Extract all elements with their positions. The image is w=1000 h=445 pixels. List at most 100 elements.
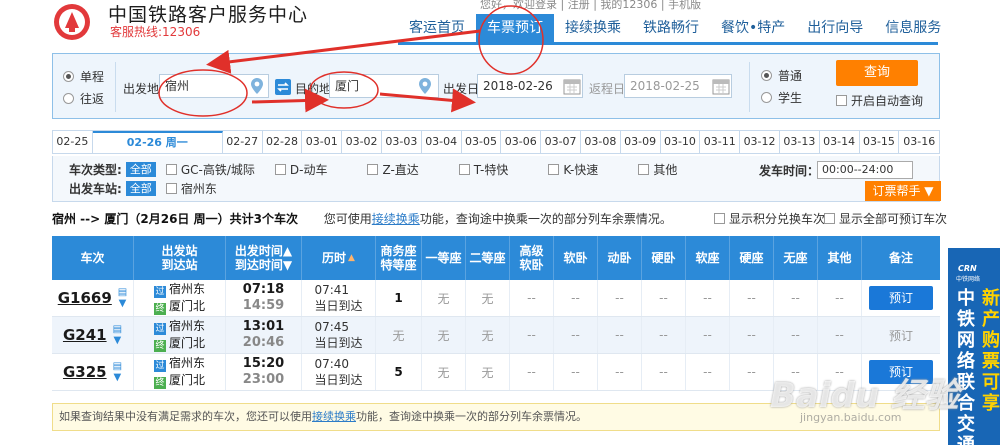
date-tabs: 02-25 02-26 周一 02-27 02-28 03-01 03-02 0… xyxy=(52,130,940,154)
radio-checked-icon xyxy=(761,70,772,81)
train-detail-icon[interactable]: ▤ ▼ xyxy=(113,361,122,383)
train-cell: G1669 ▤ ▼ xyxy=(52,280,134,316)
date-tab[interactable]: 03-01 xyxy=(302,131,343,153)
filter-k[interactable]: K-快速 xyxy=(548,161,598,178)
train-detail-icon[interactable]: ▤ ▼ xyxy=(113,324,122,346)
col-duration[interactable]: 历时 ▲ xyxy=(302,236,376,280)
auto-query-checkbox[interactable]: 开启自动查询 xyxy=(836,92,923,109)
show-points-checkbox[interactable]: 显示积分兑换车次 xyxy=(714,210,825,227)
date-tab[interactable]: 03-13 xyxy=(780,131,820,153)
date-tab[interactable]: 03-06 xyxy=(501,131,542,153)
booking-helper-button[interactable]: 订票帮手 ▼ xyxy=(865,181,941,201)
ad-logo: CRN xyxy=(958,264,977,273)
seat-second: 无 xyxy=(466,317,510,353)
date-tab[interactable]: 03-02 xyxy=(342,131,382,153)
date-tab[interactable]: 02-28 xyxy=(263,131,303,153)
book-button[interactable]: 预订 xyxy=(869,286,933,310)
query-button[interactable]: 查询 xyxy=(836,60,918,86)
train-number-link[interactable]: G241 xyxy=(63,326,107,344)
start-station-icon: 过 xyxy=(153,323,166,335)
date-tab[interactable]: 03-12 xyxy=(740,131,780,153)
train-type-all-button[interactable]: 全部 xyxy=(125,162,156,177)
col-no-seat: 无座 xyxy=(774,236,818,280)
date-tab[interactable]: 03-09 xyxy=(621,131,661,153)
depart-time-select[interactable]: 00:00--24:00 xyxy=(817,161,913,179)
calendar-icon[interactable] xyxy=(712,77,730,95)
col-moving-sleeper: 动卧 xyxy=(598,236,642,280)
china-railway-logo-icon[interactable] xyxy=(52,2,92,42)
nav-rail-pass[interactable]: 铁路畅行 xyxy=(632,14,710,42)
col-soft-sleeper: 软卧 xyxy=(554,236,598,280)
swap-stations-icon[interactable] xyxy=(275,79,291,95)
auto-query-label: 开启自动查询 xyxy=(851,94,924,108)
col-train[interactable]: 车次 xyxy=(52,236,134,280)
filter-gc[interactable]: GC-高铁/城际 xyxy=(165,161,255,178)
col-soft-seat: 软座 xyxy=(686,236,730,280)
col-remark: 备注 xyxy=(888,251,913,265)
seat-cell: -- xyxy=(598,317,642,353)
nav-home[interactable]: 客运首页 xyxy=(398,14,476,42)
one-way-radio[interactable]: 单程 xyxy=(63,68,104,85)
ad-text-left: 中铁网络联合交通 xyxy=(957,288,975,445)
arrive-time: 23:00 xyxy=(242,372,285,387)
date-tab[interactable]: 03-11 xyxy=(700,131,741,153)
train-number-link[interactable]: G325 xyxy=(63,363,107,381)
to-station: 厦门北 xyxy=(168,373,205,387)
round-trip-radio[interactable]: 往返 xyxy=(63,90,104,107)
show-all-checkbox[interactable]: 显示全部可预订车次 xyxy=(824,210,947,227)
date-tab[interactable]: 03-04 xyxy=(422,131,462,153)
from-station: 宿州东 xyxy=(168,319,205,333)
date-tab[interactable]: 03-03 xyxy=(382,131,422,153)
date-tab[interactable]: 03-14 xyxy=(820,131,860,153)
seat-cell: -- xyxy=(818,280,862,316)
ticket-student-radio[interactable]: 学生 xyxy=(761,89,802,106)
date-tab[interactable]: 03-08 xyxy=(581,131,621,153)
station-all-button[interactable]: 全部 xyxy=(125,181,156,196)
location-pin-icon[interactable] xyxy=(419,78,431,94)
filter-t[interactable]: T-特快 xyxy=(458,161,508,178)
return-date-label: 返程日 xyxy=(589,82,626,96)
location-pin-icon[interactable] xyxy=(251,78,263,94)
nav-travel-guide[interactable]: 出行向导 xyxy=(796,14,874,42)
seat-cell: -- xyxy=(554,317,598,353)
date-tab[interactable]: 03-05 xyxy=(462,131,502,153)
remark-cell: 预订 xyxy=(862,280,940,316)
ad-text-right: 新产购票可享 xyxy=(982,288,1000,414)
date-tab[interactable]: 03-10 xyxy=(661,131,701,153)
note-transfer-link[interactable]: 接续换乘 xyxy=(312,410,356,423)
seat-business[interactable]: 1 xyxy=(376,280,422,316)
date-tab[interactable]: 03-07 xyxy=(541,131,581,153)
date-tab[interactable]: 03-16 xyxy=(899,131,939,153)
filter-d[interactable]: D-动车 xyxy=(274,161,327,178)
nav-ticket-booking[interactable]: 车票预订 xyxy=(476,14,554,42)
col-second: 二等座 xyxy=(466,236,510,280)
nav-transfer[interactable]: 接续换乘 xyxy=(554,14,632,42)
nav-catering[interactable]: 餐饮•特产 xyxy=(710,14,796,42)
calendar-icon[interactable] xyxy=(563,77,581,95)
seat-second: 无 xyxy=(466,280,510,316)
transfer-link[interactable]: 接续换乘 xyxy=(372,212,420,226)
nav-info-service[interactable]: 信息服务 xyxy=(874,14,952,42)
filter-station[interactable]: 宿州东 xyxy=(165,180,217,197)
col-time[interactable]: 出发时间▲ 到达时间▼ xyxy=(226,236,302,280)
end-station-icon: 终 xyxy=(153,377,166,389)
seat-business[interactable]: 5 xyxy=(376,354,422,390)
train-detail-icon[interactable]: ▤ ▼ xyxy=(118,287,127,309)
date-tab[interactable]: 02-27 xyxy=(223,131,263,153)
top-links[interactable]: 您好，欢迎登录 | 注册 | 我的12306 | 手机版 xyxy=(480,0,701,12)
date-tab-selected[interactable]: 02-26 周一 xyxy=(92,131,223,153)
filter-other[interactable]: 其他 xyxy=(638,161,677,178)
arrival-day: 当日到达 xyxy=(314,336,363,350)
ticket-normal-radio[interactable]: 普通 xyxy=(761,67,802,84)
date-tab[interactable]: 02-25 xyxy=(53,131,93,153)
station-cell: 过宿州东 终厦门北 xyxy=(134,280,226,316)
seat-cell: -- xyxy=(730,317,774,353)
route-summary: 宿州 --> 厦门（2月26日 周一）共计3个车次 xyxy=(52,212,298,226)
filter-z[interactable]: Z-直达 xyxy=(367,161,419,178)
station-label: 出发车站: xyxy=(69,182,122,196)
seat-cell: -- xyxy=(686,317,730,353)
date-tab[interactable]: 03-15 xyxy=(860,131,900,153)
ticket-student-label: 学生 xyxy=(778,91,803,105)
service-hotline: 客服热线:12306 xyxy=(110,25,201,39)
train-number-link[interactable]: G1669 xyxy=(58,289,112,307)
